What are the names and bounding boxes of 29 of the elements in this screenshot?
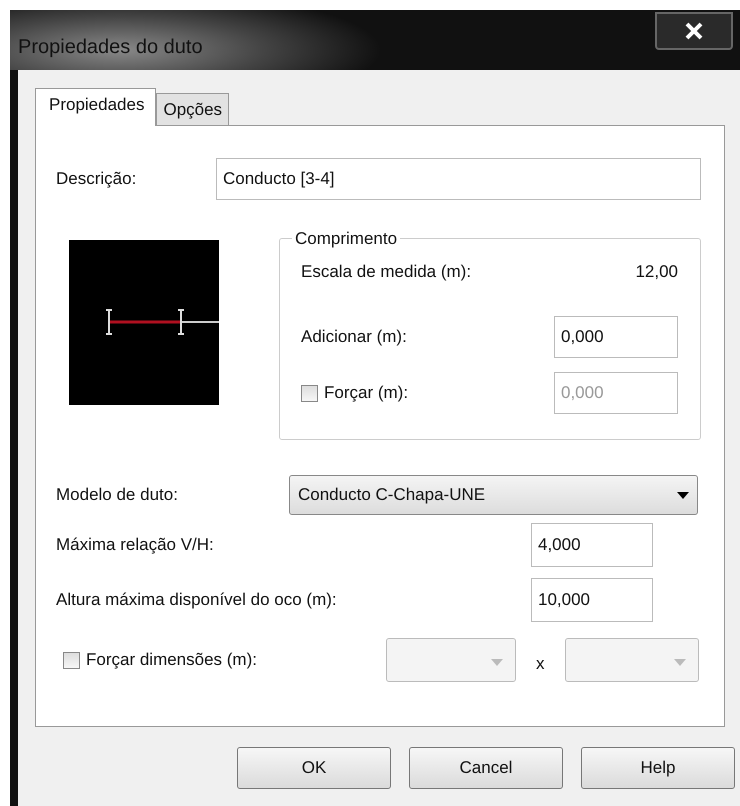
dialog-button[interactable]: OK bbox=[237, 747, 391, 789]
checkbox-label: Forçar (m): bbox=[324, 383, 408, 403]
dialog-button[interactable]: Help bbox=[581, 747, 735, 789]
add-length-field[interactable]: 0,000 bbox=[554, 316, 678, 358]
dimension-separator: x bbox=[536, 654, 544, 674]
field-label: Modelo de duto: bbox=[56, 485, 179, 505]
window-title: Propiedades do duto bbox=[18, 36, 203, 59]
tab[interactable]: Opções bbox=[156, 93, 230, 125]
caret-icon bbox=[677, 492, 689, 498]
tab[interactable]: Propiedades bbox=[35, 88, 156, 126]
scale-value: 12,00 bbox=[635, 262, 678, 282]
max-height-field[interactable]: 10,000 bbox=[531, 578, 653, 622]
close-icon bbox=[684, 22, 704, 40]
checkbox[interactable] bbox=[301, 384, 318, 402]
description-field[interactable]: Conducto [3-4] bbox=[216, 158, 701, 200]
field-label: Adicionar (m): bbox=[301, 327, 407, 347]
checkbox[interactable] bbox=[63, 652, 80, 668]
dialog-button[interactable]: Cancel bbox=[409, 747, 563, 789]
field-label: Escala de medida (m): bbox=[301, 262, 472, 282]
checkbox-label: Forçar dimensões (m): bbox=[86, 650, 257, 670]
field-label: Altura máxima disponível do oco (m): bbox=[56, 590, 338, 610]
group-title: Comprimento bbox=[292, 229, 400, 249]
caret-icon bbox=[491, 658, 503, 666]
caret-icon bbox=[674, 658, 686, 666]
max-ratio-field[interactable]: 4,000 bbox=[531, 523, 653, 567]
field-label: Descrição: bbox=[56, 169, 138, 189]
field-label: Máxima relação V/H: bbox=[56, 535, 215, 555]
duct-model-dropdown[interactable]: Conducto C-Chapa-UNE bbox=[289, 475, 698, 515]
close-button[interactable] bbox=[655, 12, 733, 50]
